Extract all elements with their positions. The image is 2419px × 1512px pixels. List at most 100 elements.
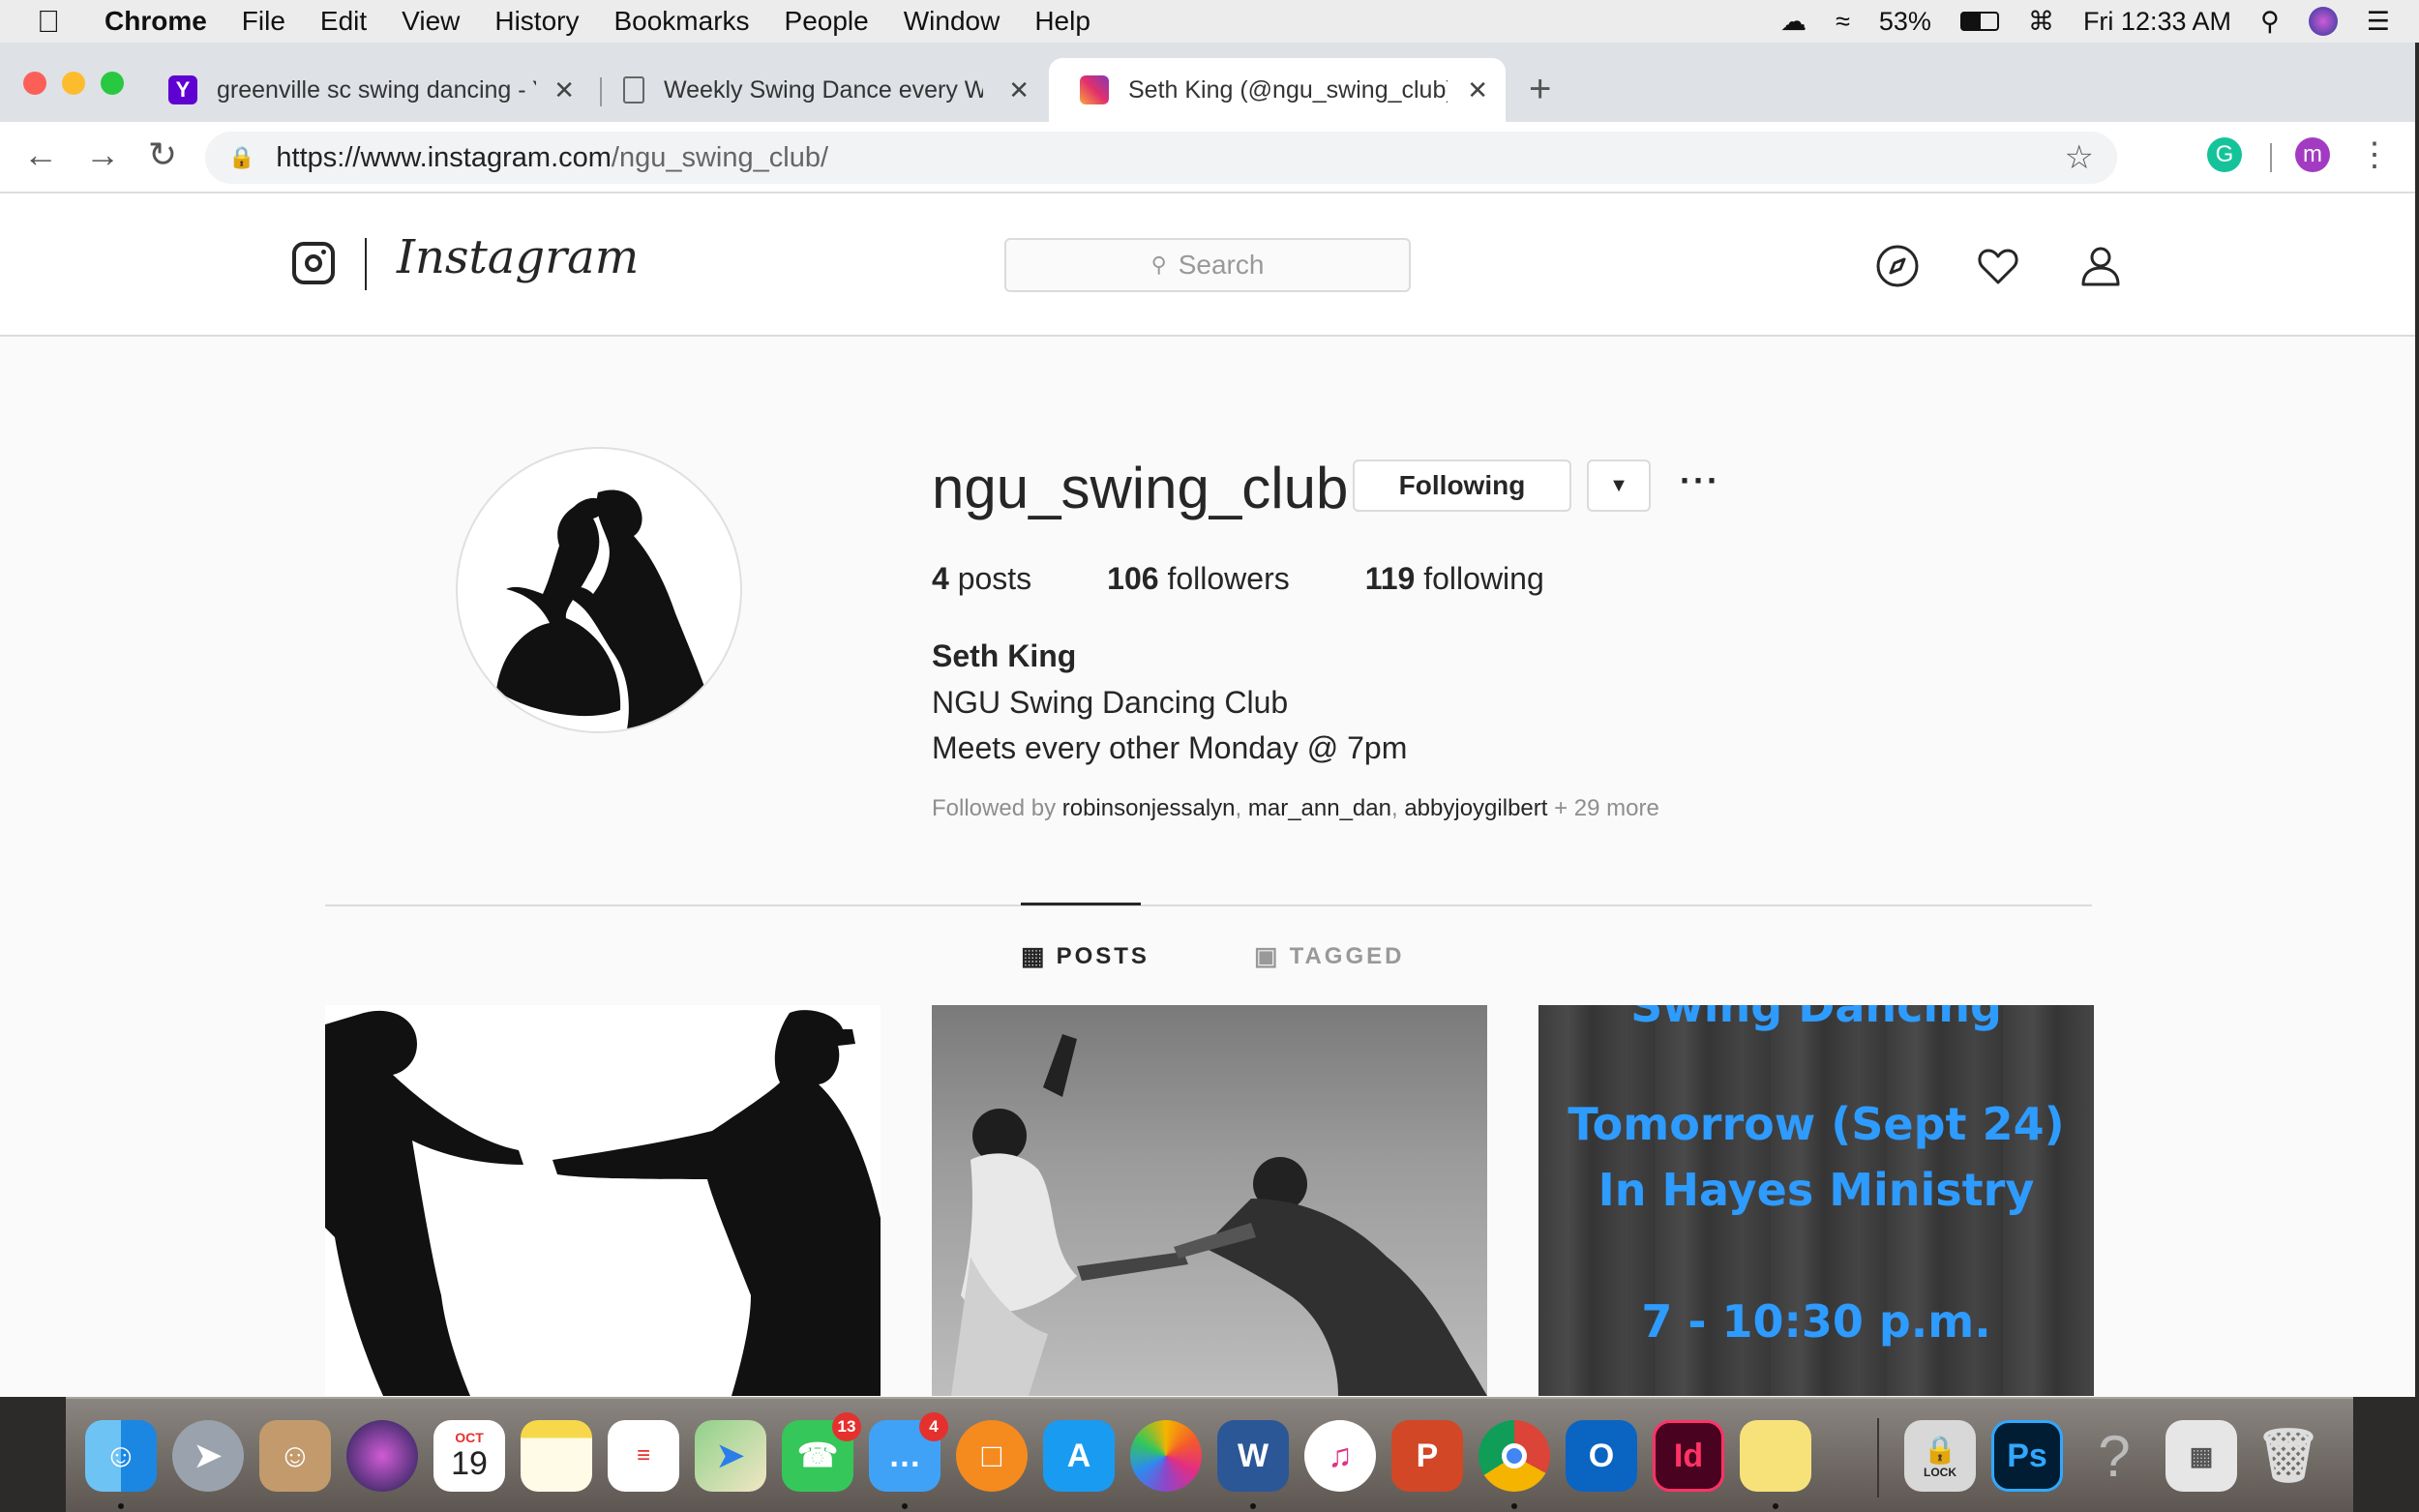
photoshop-icon[interactable]: Ps xyxy=(1991,1420,2063,1492)
macos-menu-bar:  Chrome File Edit View History Bookmark… xyxy=(0,0,2419,43)
creative-cloud-icon[interactable]: ☁ xyxy=(1780,7,1807,37)
notification-badge: 4 xyxy=(919,1412,948,1441)
following-button[interactable]: Following xyxy=(1353,460,1571,512)
ibooks-icon[interactable]: □ xyxy=(956,1420,1028,1492)
finder-icon[interactable]: ☺ xyxy=(85,1420,157,1492)
follower-link[interactable]: abbyjoygilbert xyxy=(1404,795,1547,821)
menu-view[interactable]: View xyxy=(402,6,460,37)
notes-icon[interactable] xyxy=(521,1420,592,1492)
profile-avatar-image[interactable] xyxy=(456,447,742,733)
lock-screen-icon[interactable]: 🔒 LOCK xyxy=(1904,1420,1976,1492)
menu-help[interactable]: Help xyxy=(1034,6,1090,37)
photos-icon[interactable] xyxy=(1130,1420,1202,1492)
explore-compass-icon[interactable] xyxy=(1875,244,1920,288)
menu-window[interactable]: Window xyxy=(904,6,1000,37)
post-thumbnail[interactable] xyxy=(325,1005,881,1396)
forward-icon[interactable]: → xyxy=(81,133,124,176)
lock-icon[interactable]: 🔒 xyxy=(228,145,254,170)
tab-yahoo-search[interactable]: Y greenville sc swing dancing - Y ✕ xyxy=(137,58,592,122)
chrome-menu-icon[interactable]: ⋮ xyxy=(2353,133,2396,176)
contacts-icon[interactable]: ☺ xyxy=(259,1420,331,1492)
more-options-icon[interactable]: ··· xyxy=(1680,460,1720,501)
itunes-icon[interactable]: ♫ xyxy=(1304,1420,1376,1492)
microsoft-outlook-icon[interactable]: O xyxy=(1566,1420,1637,1492)
browser-toolbar: ← → ↻ 🔒 https://www.instagram.com/ngu_sw… xyxy=(0,122,2415,193)
instagram-icon xyxy=(1080,75,1109,104)
document-icon xyxy=(623,76,644,104)
tab-title: Seth King (@ngu_swing_club) • xyxy=(1128,75,1448,104)
chrome-window: Y greenville sc swing dancing - Y ✕ Week… xyxy=(0,43,2415,1397)
menu-file[interactable]: File xyxy=(242,6,285,37)
battery-icon[interactable] xyxy=(1959,12,1999,31)
menubar-clock[interactable]: Fri 12:33 AM xyxy=(2083,7,2231,37)
activity-heart-icon[interactable] xyxy=(1976,244,2020,288)
reminders-icon[interactable]: ≡ xyxy=(608,1420,679,1492)
search-input[interactable]: ⚲ Search xyxy=(1004,238,1411,292)
calendar-icon[interactable]: OCT 19 xyxy=(433,1420,505,1492)
post-thumbnail[interactable] xyxy=(932,1005,1487,1396)
followed-by-more[interactable]: + 29 more xyxy=(1554,795,1659,821)
menu-people[interactable]: People xyxy=(785,6,869,37)
running-indicator xyxy=(902,1503,908,1509)
menu-bookmarks[interactable]: Bookmarks xyxy=(613,6,749,37)
lock-label: LOCK xyxy=(1924,1465,1956,1479)
indesign-icon[interactable]: Id xyxy=(1653,1420,1724,1492)
instagram-logo[interactable]: Instagram xyxy=(397,230,639,284)
instagram-camera-icon[interactable] xyxy=(292,242,335,284)
caret-down-icon: ▼ xyxy=(1609,475,1628,496)
post-thumbnail[interactable]: Swing Dancing Tomorrow (Sept 24) In Haye… xyxy=(1538,1005,2094,1396)
following-link[interactable]: 119 following xyxy=(1365,561,1544,597)
app-store-icon[interactable]: A xyxy=(1043,1420,1115,1492)
apple-menu-icon[interactable]:  xyxy=(37,4,72,40)
facetime-icon[interactable]: ☎ 13 xyxy=(782,1412,861,1492)
close-tab-icon[interactable]: ✕ xyxy=(1467,75,1488,105)
messages-icon[interactable]: … 4 xyxy=(869,1412,948,1492)
follower-link[interactable]: robinsonjessalyn xyxy=(1062,795,1236,821)
profile-avatar[interactable]: m xyxy=(2295,137,2330,172)
siri-icon[interactable] xyxy=(2308,7,2338,36)
back-icon[interactable]: ← xyxy=(19,133,62,176)
address-bar[interactable]: 🔒 https://www.instagram.com/ngu_swing_cl… xyxy=(205,132,2117,184)
new-tab-button[interactable]: + xyxy=(1529,68,1551,111)
follower-link[interactable]: mar_ann_dan xyxy=(1248,795,1391,821)
notification-center-icon[interactable]: ☰ xyxy=(2367,7,2390,37)
followers-link[interactable]: 106 followers xyxy=(1107,561,1290,597)
trash-icon[interactable]: 🗑 xyxy=(2253,1420,2324,1492)
zoom-window-button[interactable] xyxy=(101,72,124,95)
menu-app-name[interactable]: Chrome xyxy=(105,6,207,37)
maps-icon[interactable]: ➤ xyxy=(695,1420,766,1492)
reload-icon[interactable]: ↻ xyxy=(141,133,184,176)
launchpad-icon[interactable]: ➤ xyxy=(172,1420,244,1492)
wifi-icon[interactable]: ≈ xyxy=(1836,7,1850,37)
dancers-silhouette-image xyxy=(496,489,709,731)
tab-weekly-swing-dance[interactable]: Weekly Swing Dance every We ✕ xyxy=(592,58,1047,122)
spotlight-search-icon[interactable]: ⚲ xyxy=(2260,7,2280,37)
battery-percent[interactable]: 53% xyxy=(1879,7,1931,37)
help-question-icon[interactable]: ? xyxy=(2078,1420,2150,1492)
followed-by-line[interactable]: Followed by robinsonjessalyn, mar_ann_da… xyxy=(932,795,1659,822)
suggestions-dropdown-button[interactable]: ▼ xyxy=(1587,460,1651,512)
tab-title: Weekly Swing Dance every We xyxy=(664,75,983,104)
minimize-window-button[interactable] xyxy=(62,72,85,95)
profile-tabs-divider xyxy=(325,904,2092,906)
tab-tagged[interactable]: ▣ TAGGED xyxy=(1254,941,1404,971)
bookmark-star-icon[interactable]: ☆ xyxy=(2065,138,2094,177)
microsoft-word-icon[interactable]: W xyxy=(1217,1420,1289,1492)
stickies-icon[interactable] xyxy=(1740,1420,1811,1492)
screenshot-stack-icon[interactable]: ▦ xyxy=(2165,1420,2237,1492)
keyboard-viewer-icon[interactable]: ⌘ xyxy=(2028,7,2054,37)
close-window-button[interactable] xyxy=(23,72,46,95)
tab-posts[interactable]: ▦ POSTS xyxy=(1021,941,1150,971)
menu-edit[interactable]: Edit xyxy=(320,6,367,37)
microsoft-powerpoint-icon[interactable]: P xyxy=(1391,1420,1463,1492)
siri-icon[interactable] xyxy=(346,1420,418,1492)
chrome-icon[interactable] xyxy=(1478,1420,1550,1492)
tab-title: greenville sc swing dancing - Y xyxy=(217,75,536,104)
menu-history[interactable]: History xyxy=(494,6,579,37)
tab-instagram-profile[interactable]: Seth King (@ngu_swing_club) • ✕ xyxy=(1049,58,1506,122)
close-tab-icon[interactable]: ✕ xyxy=(1008,75,1030,105)
grammarly-icon[interactable]: G xyxy=(2207,137,2242,172)
profile-person-icon[interactable] xyxy=(2078,244,2123,288)
close-tab-icon[interactable]: ✕ xyxy=(553,75,575,105)
tab-tagged-label: TAGGED xyxy=(1289,942,1405,969)
